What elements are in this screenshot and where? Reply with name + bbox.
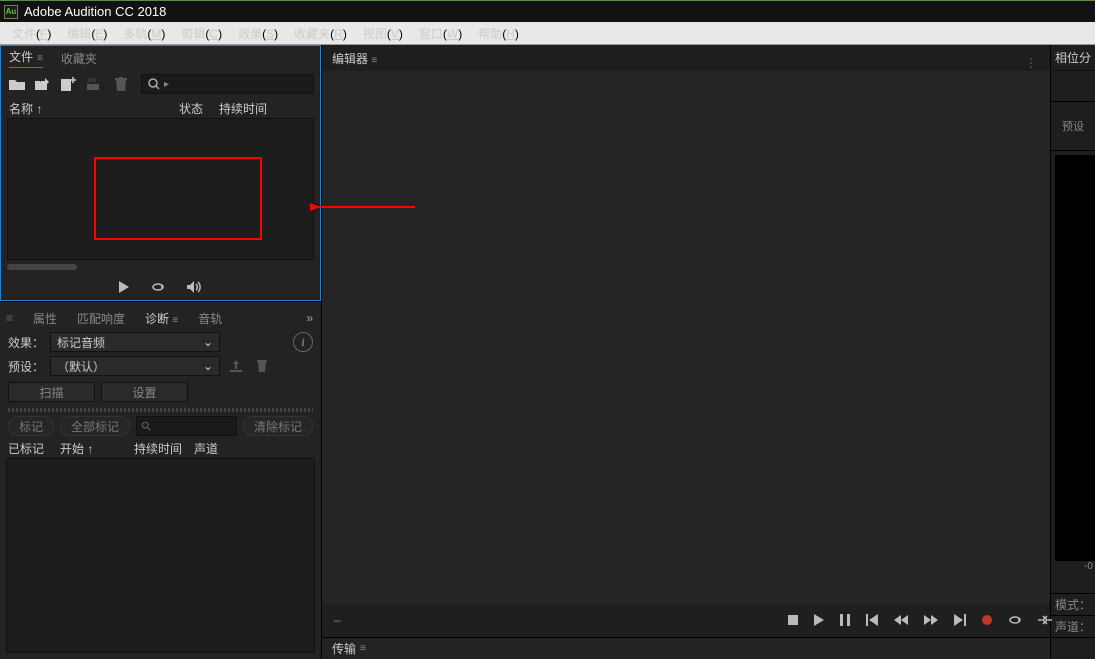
autoplay-icon[interactable]	[187, 281, 203, 293]
diagnostics-list[interactable]	[6, 458, 315, 653]
timecode-placeholder: –	[334, 613, 341, 627]
preset-label: 预设：	[8, 358, 44, 375]
loop-icon[interactable]	[151, 281, 165, 293]
trash-icon	[111, 75, 131, 93]
rewind-icon[interactable]	[894, 615, 908, 625]
editor-controls-bar: –	[322, 603, 1050, 637]
tab-menu-icon[interactable]: ≡	[37, 53, 43, 64]
tab-match-loudness[interactable]: 匹配响度	[77, 310, 125, 327]
settings-button[interactable]: 设置	[101, 382, 188, 402]
loop-playback-icon[interactable]	[1008, 614, 1022, 626]
insert-icon	[85, 75, 105, 93]
info-icon[interactable]: i	[293, 332, 313, 352]
editor-canvas[interactable]	[322, 71, 1050, 603]
tab-favorites[interactable]: 收藏夹	[61, 50, 97, 67]
channel-label: 声道：	[1051, 615, 1095, 637]
menu-effects[interactable]: 效果(S)	[230, 25, 286, 42]
menu-favorites[interactable]: 收藏夹(R)	[286, 25, 355, 42]
editor-header: 编辑器 ≡	[322, 45, 1050, 71]
tab-audio[interactable]: 音轨	[198, 310, 222, 327]
tab-files[interactable]: 文件≡	[9, 48, 43, 68]
editor-title: 编辑器 ≡	[332, 50, 377, 67]
separator	[8, 408, 313, 412]
menu-window[interactable]: 窗口(W)	[411, 25, 470, 42]
menu-view[interactable]: 视图(V)	[355, 25, 411, 42]
menu-edit[interactable]: 编辑(E)	[59, 25, 115, 42]
menu-file[interactable]: 文件(F)	[4, 25, 59, 42]
skip-selection-icon[interactable]	[1038, 614, 1052, 626]
skip-end-icon[interactable]	[954, 614, 966, 626]
file-column-headers[interactable]: 名称 ↑ 状态 持续时间	[1, 98, 320, 118]
tab-diagnostics[interactable]: 诊断 ≡	[145, 310, 178, 327]
file-list[interactable]	[7, 118, 314, 260]
scan-button[interactable]: 扫描	[8, 382, 95, 402]
files-panel: 文件≡ 收藏夹 ▸ 名称 ↑ 状态 持续时间	[0, 45, 321, 301]
phase-panel: 相位分 预设 -0 模式： 声道：	[1050, 45, 1095, 659]
play-icon[interactable]	[814, 614, 824, 626]
menu-help[interactable]: 帮助(H)	[470, 25, 527, 42]
search-input[interactable]: ▸	[141, 74, 314, 94]
mark-search-input[interactable]	[136, 416, 237, 436]
app-logo: Au	[4, 5, 18, 19]
editor-panel-options-icon[interactable]: ⋮	[1021, 56, 1041, 68]
title-bar: Au Adobe Audition CC 2018	[0, 0, 1095, 22]
forward-icon[interactable]	[924, 615, 938, 625]
file-list-scroll[interactable]	[7, 264, 314, 272]
diagnostics-panel: ≡ 属性 匹配响度 诊断 ≡ 音轨 » 效果： 标记音频⌄ i 预设： （默认）…	[0, 301, 321, 659]
preset-dropdown[interactable]: （默认）⌄	[50, 356, 220, 376]
panel-overflow-icon[interactable]: »	[306, 311, 313, 325]
phase-title: 相位分	[1051, 45, 1095, 71]
phase-scale: -0	[1051, 561, 1095, 579]
new-file-icon[interactable]	[59, 75, 79, 93]
delete-preset-icon	[252, 357, 272, 375]
tab-properties[interactable]: 属性	[33, 310, 57, 327]
open-file-icon[interactable]	[7, 75, 27, 93]
menu-bar: 文件(F) 编辑(E) 多轨(M) 剪辑(C) 效果(S) 收藏夹(R) 视图(…	[0, 22, 1095, 45]
diag-column-headers[interactable]: 已标记 开始 ↑ 持续时间 声道	[0, 438, 321, 458]
import-icon[interactable]	[33, 75, 53, 93]
menu-clip[interactable]: 剪辑(C)	[173, 25, 230, 42]
mark-all-button[interactable]: 全部标记	[60, 416, 130, 436]
play-icon[interactable]	[119, 281, 129, 293]
transport-panel-header: 传输 ≡	[322, 637, 1050, 659]
mark-button[interactable]: 标记	[8, 416, 54, 436]
phase-preset-label[interactable]: 预设	[1051, 101, 1095, 151]
search-icon	[148, 78, 160, 90]
stop-icon[interactable]	[788, 615, 798, 625]
clear-marks-button[interactable]: 清除标记	[243, 416, 313, 436]
phase-display	[1055, 155, 1095, 561]
record-icon[interactable]	[982, 615, 992, 625]
effect-label: 效果：	[8, 334, 44, 351]
save-preset-icon	[226, 357, 246, 375]
effect-dropdown[interactable]: 标记音频⌄	[50, 332, 220, 352]
annotation-highlight-box	[94, 157, 262, 240]
pause-icon[interactable]	[840, 614, 850, 626]
mode-label: 模式：	[1051, 593, 1095, 615]
skip-start-icon[interactable]	[866, 614, 878, 626]
app-title: Adobe Audition CC 2018	[24, 4, 166, 19]
menu-multitrack[interactable]: 多轨(M)	[115, 25, 173, 42]
